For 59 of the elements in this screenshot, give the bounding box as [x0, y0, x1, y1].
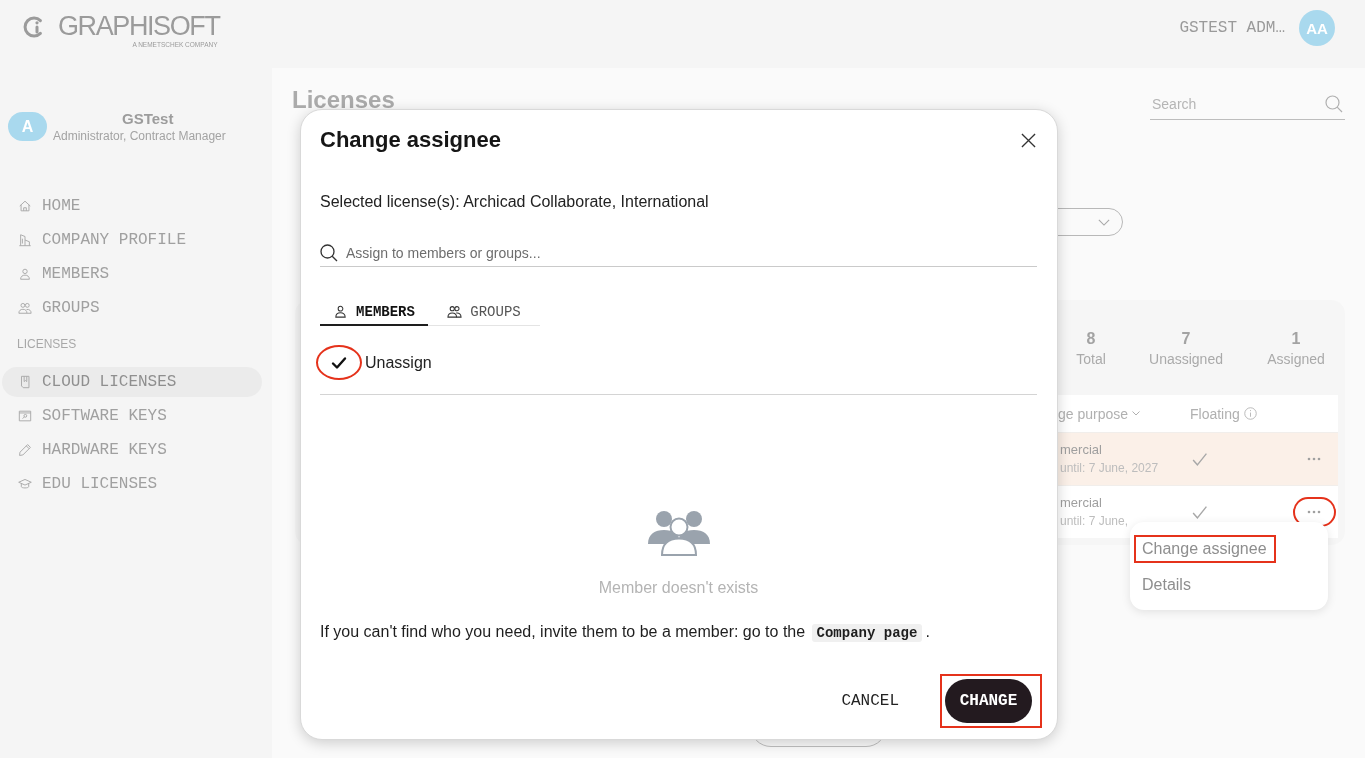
table-cell: until: 7 June, 2027 — [1060, 461, 1159, 476]
selected-licenses-text: Selected license(s): Archicad Collaborate, International — [320, 192, 710, 212]
assign-search-field[interactable]: Assign to members or groups... — [320, 240, 1037, 267]
user-avatar[interactable]: AA — [1299, 10, 1335, 46]
building-icon — [18, 233, 32, 247]
graduation-cap-icon — [18, 477, 32, 491]
close-icon — [1020, 132, 1036, 148]
dialog-title: Change assignee — [320, 126, 501, 154]
more-dots-icon — [1307, 457, 1321, 461]
company-page-link[interactable]: Company page — [811, 624, 923, 642]
tab[interactable]: MEMBERS — [320, 299, 428, 326]
person-icon — [18, 267, 32, 281]
stat-label: Assigned — [1267, 350, 1325, 369]
menu-item[interactable]: Change assignee — [1142, 540, 1267, 558]
table-cell: mercial — [1060, 442, 1102, 458]
user-name: GSTest — [122, 110, 174, 128]
nav-item[interactable]: GROUPS — [2, 293, 262, 323]
person-icon — [333, 304, 349, 319]
empty-state-text: Member doesn't exists — [598, 578, 759, 598]
home-icon — [18, 199, 32, 213]
nav-item[interactable]: EDU LICENSES — [2, 469, 262, 499]
option-label: Unassign — [365, 353, 432, 372]
column-header: Floating — [1190, 405, 1240, 422]
key-window-icon — [18, 409, 32, 423]
stat-value: 1 — [1291, 329, 1301, 349]
change-button[interactable]: CHANGE — [945, 679, 1032, 723]
table-cell: until: 7 June, — [1060, 514, 1129, 529]
section-heading: LICENSES — [16, 336, 77, 352]
account-name[interactable]: GSTEST ADM… — [1179, 19, 1285, 37]
people-group-icon — [646, 510, 711, 556]
stat-label: Unassigned — [1149, 350, 1223, 369]
user-role: Administrator, Contract Manager — [53, 128, 226, 144]
nav-item[interactable]: SOFTWARE KEYS — [2, 401, 262, 431]
stat-value: 7 — [1181, 329, 1191, 349]
tab[interactable]: GROUPS — [428, 299, 540, 326]
book-icon — [18, 375, 32, 389]
people-icon — [447, 304, 463, 319]
stat-value: 8 — [1086, 329, 1096, 349]
hint-text: If you can't find who you need, invite them to be a member: go to the Company page . — [320, 622, 931, 644]
more-dots-icon — [1307, 510, 1321, 514]
menu-item[interactable]: Details — [1142, 576, 1191, 594]
nav-item[interactable]: CLOUD LICENSES — [2, 367, 262, 397]
column-header: ge purpose — [1058, 405, 1129, 422]
chevron-down-icon — [1098, 218, 1110, 226]
nav-item[interactable]: COMPANY PROFILE — [2, 225, 262, 255]
page-title: Licenses — [292, 85, 395, 115]
nav-item[interactable]: MEMBERS — [2, 259, 262, 289]
pencil-icon — [18, 443, 32, 457]
people-icon — [18, 301, 32, 315]
nav-item[interactable]: HARDWARE KEYS — [2, 435, 262, 465]
search-icon — [1325, 95, 1343, 113]
logo-wordmark: GRAPHISOFT — [58, 14, 220, 38]
search-field[interactable]: Search — [1150, 89, 1345, 120]
stat-label: Total — [1076, 350, 1106, 369]
cancel-button[interactable]: CANCEL — [829, 684, 911, 718]
search-icon — [320, 244, 338, 262]
nav-item[interactable]: HOME — [2, 191, 262, 221]
table-cell: mercial — [1060, 495, 1102, 511]
user-avatar: A — [8, 112, 47, 141]
